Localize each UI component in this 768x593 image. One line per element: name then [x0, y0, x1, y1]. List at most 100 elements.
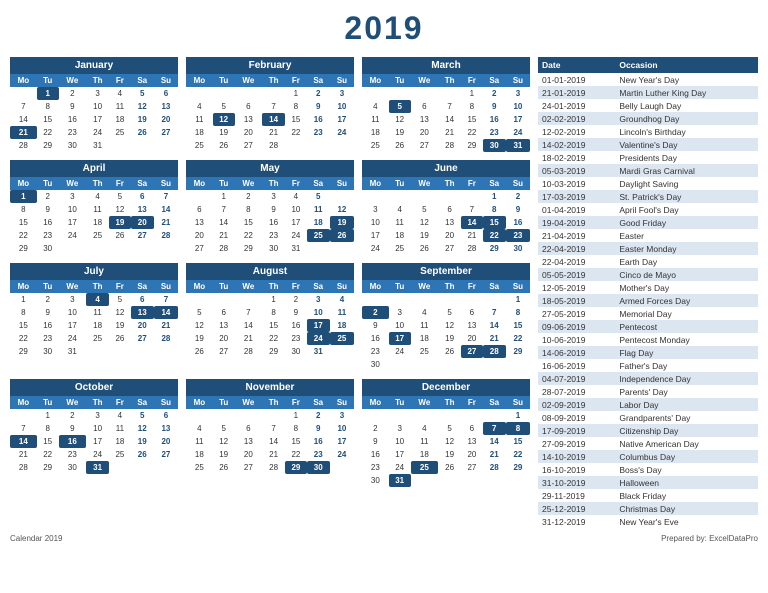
occasion-date: 29-11-2019 — [538, 489, 615, 502]
day-cell: 28 — [262, 139, 285, 152]
month-may: MayMoTuWeThFrSaSu12345678910111213141516… — [186, 160, 354, 255]
day-cell: 13 — [235, 113, 262, 126]
occasion-date: 22-04-2019 — [538, 242, 615, 255]
month-july: JulyMoTuWeThFrSaSu1234567891011121314151… — [10, 263, 178, 371]
day-cell: 8 — [37, 422, 59, 435]
day-cell: 11 — [411, 319, 438, 332]
day-cell — [10, 409, 37, 422]
day-cell: 28 — [154, 229, 178, 242]
day-cell: 23 — [59, 126, 86, 139]
day-cell: 17 — [307, 319, 330, 332]
day-cell: 23 — [262, 229, 285, 242]
day-cell: 6 — [461, 306, 482, 319]
day-cell: 14 — [461, 216, 482, 229]
col-header-th: Th — [438, 177, 461, 190]
day-cell: 20 — [131, 216, 154, 229]
col-header-sa: Sa — [483, 280, 506, 293]
day-cell: 4 — [411, 306, 438, 319]
day-cell: 17 — [362, 229, 389, 242]
day-cell: 28 — [213, 242, 235, 255]
col-header-sa: Sa — [307, 396, 330, 409]
col-header-fr: Fr — [109, 74, 130, 87]
day-cell: 19 — [186, 332, 213, 345]
day-cell: 30 — [59, 139, 86, 152]
col-header-fr: Fr — [109, 280, 130, 293]
occasion-name: Independence Day — [615, 372, 758, 385]
day-cell: 10 — [86, 100, 109, 113]
day-cell: 23 — [307, 448, 330, 461]
day-cell: 22 — [37, 126, 59, 139]
day-cell: 26 — [330, 229, 354, 242]
col-header-su: Su — [506, 177, 530, 190]
month-march: MarchMoTuWeThFrSaSu123456789101112131415… — [362, 57, 530, 152]
day-cell: 3 — [307, 293, 330, 306]
day-cell: 28 — [483, 461, 506, 474]
day-cell: 12 — [131, 100, 154, 113]
col-header-sa: Sa — [307, 177, 330, 190]
day-cell: 9 — [307, 422, 330, 435]
day-cell: 30 — [362, 474, 389, 487]
day-cell: 25 — [411, 461, 438, 474]
day-cell: 28 — [154, 332, 178, 345]
day-cell: 23 — [285, 332, 306, 345]
col-header-fr: Fr — [285, 396, 306, 409]
day-cell: 6 — [438, 203, 461, 216]
col-header-sa: Sa — [483, 74, 506, 87]
month-title-march: March — [362, 57, 530, 74]
day-cell: 17 — [86, 435, 109, 448]
day-cell: 7 — [235, 306, 262, 319]
day-cell: 6 — [154, 409, 178, 422]
day-cell: 12 — [213, 113, 235, 126]
day-cell: 2 — [362, 422, 389, 435]
day-cell: 6 — [235, 100, 262, 113]
col-header-th: Th — [262, 396, 285, 409]
month-title-april: April — [10, 160, 178, 177]
day-cell: 19 — [131, 435, 154, 448]
day-cell: 11 — [362, 113, 389, 126]
day-cell: 15 — [483, 216, 506, 229]
day-cell: 30 — [483, 139, 506, 152]
day-cell — [109, 139, 130, 152]
day-cell — [438, 358, 461, 371]
day-cell: 19 — [131, 113, 154, 126]
occasion-name: Presidents Day — [615, 151, 758, 164]
day-cell: 9 — [362, 435, 389, 448]
day-cell: 17 — [389, 448, 411, 461]
day-cell: 9 — [307, 100, 330, 113]
day-cell: 10 — [506, 100, 530, 113]
day-cell: 24 — [86, 126, 109, 139]
col-header-th: Th — [262, 280, 285, 293]
day-cell: 3 — [330, 87, 354, 100]
col-header-fr: Fr — [109, 177, 130, 190]
col-header-we: We — [411, 74, 438, 87]
occasion-name: Flag Day — [615, 346, 758, 359]
day-cell: 25 — [109, 126, 130, 139]
day-cell: 19 — [438, 448, 461, 461]
day-cell: 13 — [438, 216, 461, 229]
day-cell: 15 — [10, 319, 37, 332]
day-cell: 24 — [86, 448, 109, 461]
day-cell: 11 — [186, 435, 213, 448]
day-cell: 12 — [186, 319, 213, 332]
occasion-name: Easter Monday — [615, 242, 758, 255]
day-cell: 9 — [59, 100, 86, 113]
day-cell: 23 — [362, 345, 389, 358]
day-cell: 30 — [59, 461, 86, 474]
day-cell: 13 — [461, 319, 482, 332]
day-cell: 2 — [59, 87, 86, 100]
day-cell: 21 — [262, 126, 285, 139]
day-cell: 8 — [10, 203, 37, 216]
day-cell: 9 — [362, 319, 389, 332]
day-cell: 1 — [10, 293, 37, 306]
day-cell: 28 — [10, 139, 37, 152]
day-cell: 1 — [37, 87, 59, 100]
calendar-title: 2019 — [10, 10, 758, 47]
day-cell: 6 — [131, 190, 154, 203]
day-cell: 14 — [262, 113, 285, 126]
day-cell — [389, 409, 411, 422]
day-cell: 18 — [86, 319, 109, 332]
month-january: JanuaryMoTuWeThFrSaSu1234567891011121314… — [10, 57, 178, 152]
day-cell — [461, 409, 482, 422]
day-cell: 10 — [389, 319, 411, 332]
day-cell: 31 — [86, 461, 109, 474]
